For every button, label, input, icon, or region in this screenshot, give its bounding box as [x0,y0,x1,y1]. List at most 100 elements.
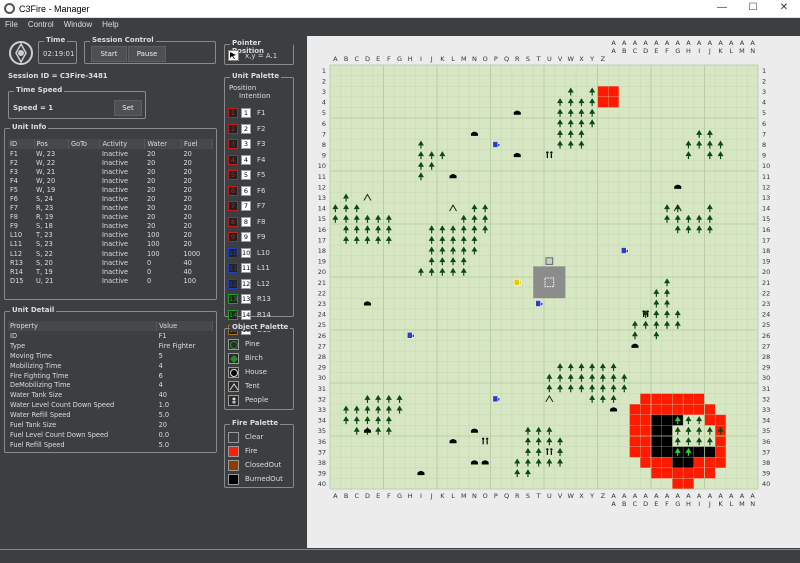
fire-cell[interactable] [704,457,716,469]
fire-cell[interactable] [650,393,662,405]
unit-palette-item[interactable]: 1 1 F1 [228,108,292,120]
fire-cell[interactable] [661,457,673,469]
fire-cell[interactable] [682,467,695,479]
maximize-button[interactable]: ☐ [738,2,768,16]
fire-cell[interactable] [629,425,641,437]
unit-palette-item[interactable]: 9 9 F9 [228,232,292,244]
pause-button[interactable]: Pause [128,46,166,62]
unit-info-row[interactable]: L11 S, 23 Inactive 100 20 [8,240,213,249]
burned-cell[interactable] [683,457,694,468]
house-icon[interactable] [228,367,239,378]
fire-state-swatch[interactable] [228,460,239,471]
unit-intention-icon[interactable]: 3 [241,139,251,149]
fire-cell[interactable] [693,393,705,405]
fire-cell[interactable] [672,478,684,490]
unit-position-icon[interactable]: 3 [228,139,238,149]
unit-position-icon[interactable]: 2 [228,123,238,134]
unit-position-icon[interactable]: 11 [228,263,238,273]
burned-cell[interactable] [661,446,673,458]
unit-info-row[interactable]: F4 W, 20 Inactive 20 20 [8,176,213,185]
menu-file[interactable]: File [0,18,23,29]
fire-cell[interactable] [629,404,641,416]
fire-cell[interactable] [704,414,716,426]
start-button[interactable]: Start [91,46,127,62]
unit-intention-icon[interactable]: 9 [241,232,251,242]
menu-control[interactable]: Control [23,18,59,29]
unit-intention-icon[interactable]: 10 [241,247,251,258]
unit-intention-icon[interactable]: 4 [241,154,251,165]
unit-intention-icon[interactable]: 13 [241,294,251,304]
unit-position-icon[interactable]: 9 [228,232,238,242]
unit-position-icon[interactable]: 8 [228,216,238,227]
unit-palette-item[interactable]: 12 12 L12 [228,278,292,291]
fire-state-swatch[interactable] [228,446,239,457]
unit-palette-item[interactable]: 14 14 R14 [228,309,292,322]
unit-info-header[interactable]: Activity [99,139,146,149]
unit-palette-item[interactable]: 13 13 R13 [228,294,292,306]
fire-cell[interactable] [693,457,705,469]
fire-cell[interactable] [629,414,641,426]
map-view[interactable]: AABBCCDDEEFFGGHHIIJJKKLLMMNNOOPPQQRRSSTT… [307,36,800,548]
unit-position-icon[interactable]: 4 [228,154,238,165]
menu-help[interactable]: Help [97,18,123,29]
burned-cell[interactable] [672,457,684,468]
burned-cell[interactable] [704,446,716,458]
unit-info-row[interactable]: F9 S, 18 Inactive 20 20 [8,222,213,231]
fire-cell[interactable] [640,446,652,458]
unit-position-icon[interactable]: 10 [228,247,238,258]
burned-cell[interactable] [651,436,662,447]
unit-palette-item[interactable]: 7 7 F7 [228,201,292,213]
fire-state-swatch[interactable] [228,432,239,443]
burned-cell[interactable] [693,446,705,458]
fire-cell[interactable] [640,414,652,426]
fire-cell[interactable] [693,467,705,479]
fire-cell[interactable] [650,404,662,416]
unit-info-row[interactable]: F7 R, 23 Inactive 20 20 [8,204,213,213]
burned-cell[interactable] [651,446,662,458]
fire-cell[interactable] [608,86,620,98]
fire-palette-item[interactable]: BurnedOut [228,474,292,486]
fire-cell[interactable] [640,435,652,447]
fire-palette-item[interactable]: Fire [228,446,292,458]
unit-position-icon[interactable]: 5 [228,170,238,180]
fire-cell[interactable] [682,393,695,405]
unit-info-header[interactable]: Fuel [181,139,214,149]
pine-icon[interactable] [228,339,239,350]
fire-cell[interactable] [704,467,716,479]
burned-cell[interactable] [651,414,662,426]
unit-info-row[interactable]: F5 W, 19 Inactive 20 20 [8,185,213,194]
close-button[interactable]: ✕ [769,2,799,16]
fire-cell[interactable] [682,478,695,490]
fire-cell[interactable] [608,96,620,108]
object-palette-item[interactable]: People [228,395,292,407]
unit-palette-item[interactable]: 5 5 F5 [228,170,292,182]
fire-cell[interactable] [672,393,684,405]
depot-area[interactable] [533,266,566,299]
object-palette-item[interactable]: House [228,367,292,379]
unit-intention-icon[interactable]: 8 [241,216,251,227]
fire-palette-item[interactable]: ClosedOut [228,460,292,472]
burned-cell[interactable] [661,436,673,447]
set-speed-button[interactable]: Set [114,100,142,116]
object-palette-item[interactable]: Tent [228,381,292,393]
unit-palette-item[interactable]: 2 2 F2 [228,123,292,136]
fire-cell[interactable] [715,457,727,469]
unit-position-icon[interactable]: 1 [228,108,238,118]
fire-cell[interactable] [672,467,684,479]
unit-detail-header[interactable]: Property [8,321,158,331]
unit-info-header[interactable]: Water [144,139,182,149]
unit-info-row[interactable]: L10 T, 23 Inactive 100 20 [8,231,213,240]
birch-icon[interactable] [228,353,239,364]
unit-palette-item[interactable]: 4 4 F4 [228,154,292,167]
fire-cell[interactable] [672,404,684,416]
unit-info-row[interactable]: F8 R, 19 Inactive 20 20 [8,213,213,222]
unit-intention-icon[interactable]: 6 [241,185,251,196]
unit-palette-item[interactable]: 10 10 L10 [228,247,292,260]
fire-cell[interactable] [715,446,727,458]
fire-cell[interactable] [715,414,727,426]
fire-cell[interactable] [597,86,609,98]
unit-info-row[interactable]: F1 W, 23 Inactive 20 20 [8,149,213,158]
fire-cell[interactable] [640,457,652,469]
unit-position-icon[interactable]: 13 [228,294,238,304]
unit-info-row[interactable]: F6 S, 24 Inactive 20 20 [8,194,213,203]
